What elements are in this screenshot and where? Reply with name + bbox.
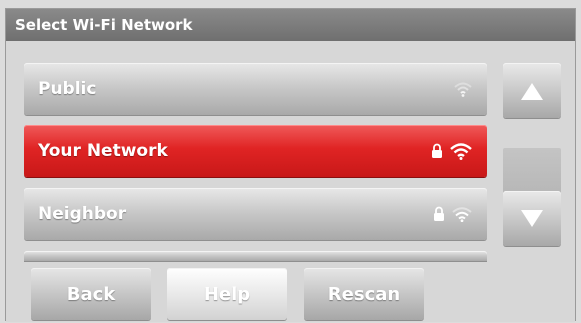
wifi-weak-icon <box>453 81 473 97</box>
back-button-label: Back <box>66 283 116 305</box>
lock-icon <box>433 206 445 222</box>
rescan-button[interactable]: Rescan <box>304 268 424 320</box>
back-button[interactable]: Back <box>31 268 151 320</box>
scroll-up-button[interactable] <box>503 63 561 118</box>
triangle-up-icon <box>520 81 544 101</box>
dialog-frame: Select Wi-Fi Network Public Your Network… <box>5 8 576 322</box>
network-item-neighbor[interactable]: Neighbor <box>24 188 487 240</box>
wifi-screen: Select Wi-Fi Network Public Your Network… <box>0 0 581 323</box>
lock-icon <box>431 143 443 159</box>
list-item <box>24 251 487 261</box>
wifi-strong-icon <box>449 142 473 160</box>
network-list-area: Public Your Network Neighbor Back Help R… <box>6 41 575 322</box>
network-item-your-network[interactable]: Your Network <box>24 125 487 177</box>
help-button[interactable]: Help <box>167 268 287 320</box>
scroll-down-button[interactable] <box>503 191 561 246</box>
network-name: Neighbor <box>38 204 127 224</box>
network-item-public[interactable]: Public <box>24 63 487 115</box>
rescan-button-label: Rescan <box>327 283 401 305</box>
network-name: Public <box>38 79 97 99</box>
help-button-label: Help <box>203 283 251 305</box>
wifi-medium-icon <box>451 206 473 222</box>
page-title: Select Wi-Fi Network <box>6 9 575 41</box>
triangle-down-icon <box>520 209 544 229</box>
network-name: Your Network <box>38 141 168 161</box>
